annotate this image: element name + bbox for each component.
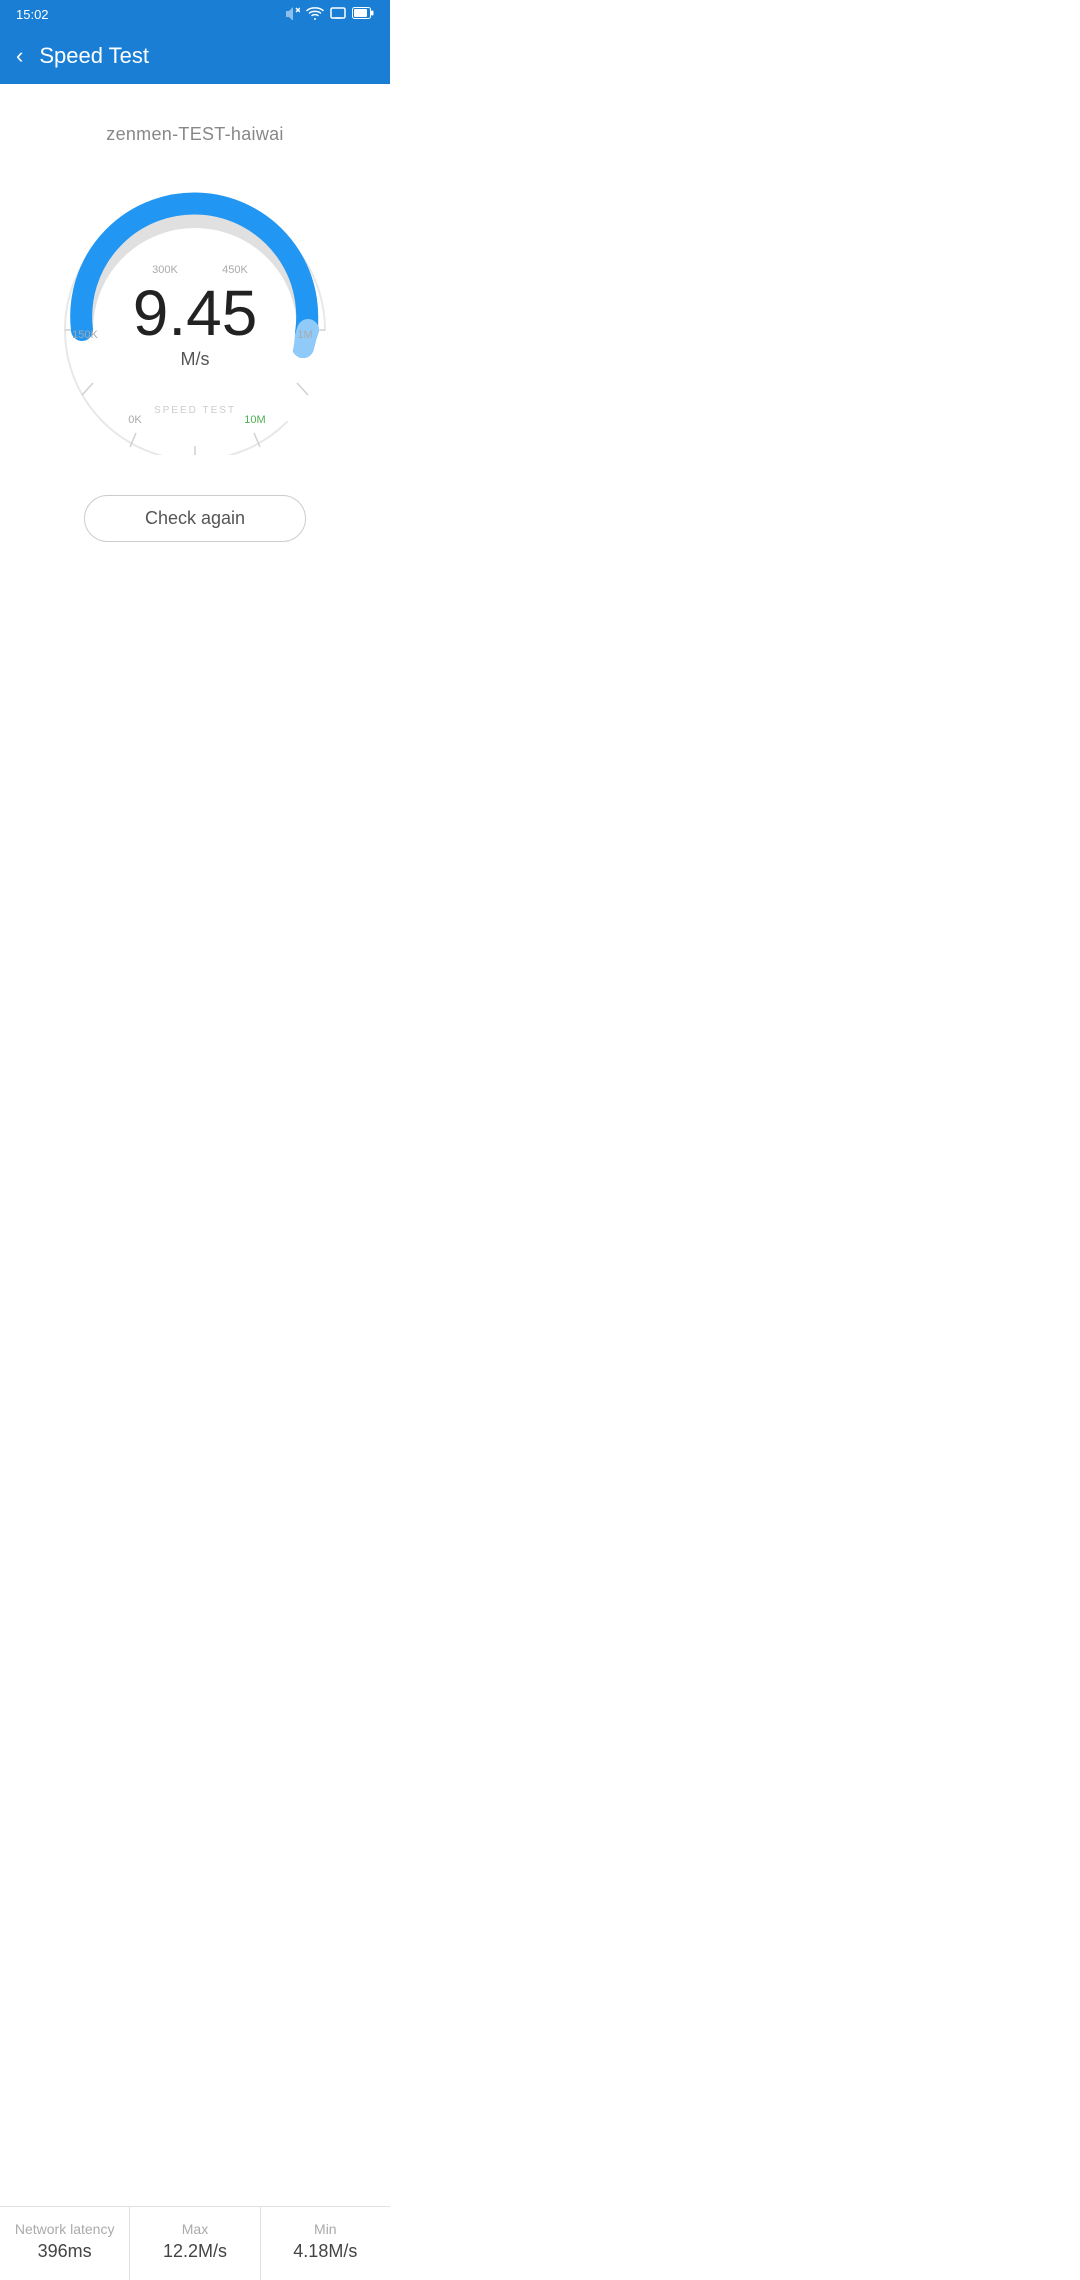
svg-text:300K: 300K bbox=[152, 264, 178, 276]
stat-max-value: 12.2M/s bbox=[163, 2241, 227, 2262]
stat-min-label: Min bbox=[314, 2221, 337, 2237]
speed-value: 9.45 bbox=[133, 281, 258, 345]
svg-text:0K: 0K bbox=[128, 414, 142, 426]
stat-min-value: 4.18M/s bbox=[293, 2241, 357, 2262]
svg-text:450K: 450K bbox=[222, 264, 248, 276]
app-bar: ‹ Speed Test bbox=[0, 28, 390, 84]
stat-latency-label: Network latency bbox=[15, 2221, 115, 2237]
network-name: zenmen-TEST-haiwai bbox=[106, 124, 283, 145]
speedometer: 150K 0K 10M 1M 300K 450K SPEED TEST 9.45… bbox=[35, 175, 355, 455]
status-bar: 15:02 bbox=[0, 0, 390, 28]
status-icons bbox=[284, 6, 374, 23]
status-time: 15:02 bbox=[16, 7, 49, 22]
speed-display: 9.45 M/s bbox=[133, 281, 258, 370]
main-content: zenmen-TEST-haiwai bbox=[0, 84, 390, 702]
page-title: Speed Test bbox=[39, 43, 149, 69]
bottom-stats: Network latency 396ms Max 12.2M/s Min 4.… bbox=[0, 2206, 390, 2280]
stat-max-label: Max bbox=[182, 2221, 208, 2237]
speed-unit: M/s bbox=[181, 349, 210, 370]
svg-text:SPEED TEST: SPEED TEST bbox=[154, 405, 236, 416]
stat-min: Min 4.18M/s bbox=[261, 2207, 390, 2280]
back-button[interactable]: ‹ bbox=[16, 45, 23, 67]
stat-max: Max 12.2M/s bbox=[130, 2207, 260, 2280]
wifi-icon bbox=[306, 6, 324, 23]
svg-text:1M: 1M bbox=[297, 329, 312, 341]
svg-text:10M: 10M bbox=[244, 414, 265, 426]
mute-icon bbox=[284, 6, 300, 23]
check-again-button[interactable]: Check again bbox=[84, 495, 306, 542]
stat-latency-value: 396ms bbox=[38, 2241, 92, 2262]
screen-icon bbox=[330, 7, 346, 22]
battery-icon bbox=[352, 7, 374, 22]
svg-text:150K: 150K bbox=[72, 329, 98, 341]
stat-latency: Network latency 396ms bbox=[0, 2207, 130, 2280]
